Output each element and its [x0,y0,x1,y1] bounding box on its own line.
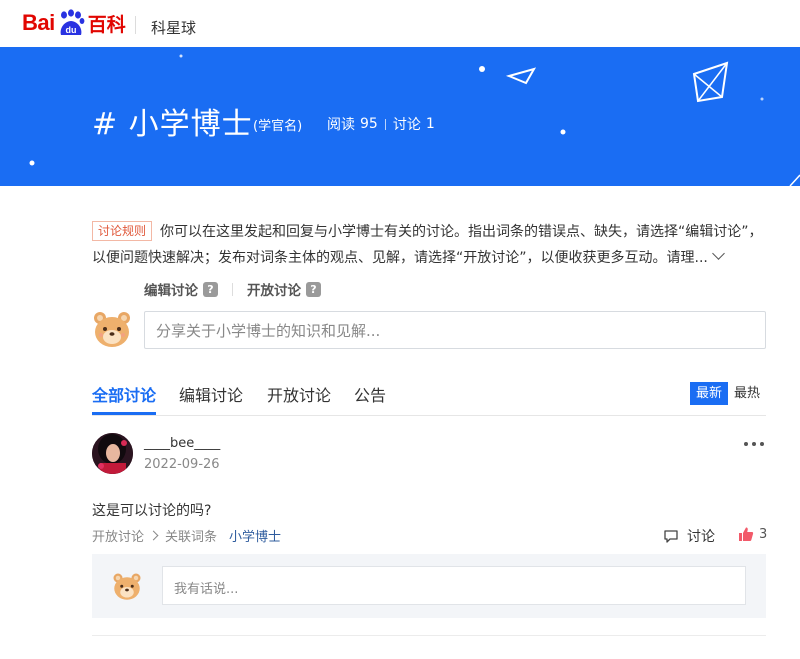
section-name[interactable]: 科星球 [151,17,196,38]
discuss-count: 1 [425,116,435,132]
baidu-paw-icon: du [56,8,86,38]
discussion-modes: 编辑讨论 ? 开放讨论 ? [144,279,321,299]
top-bar: Bai du 百科 科星球 [0,0,800,47]
post-author-name[interactable]: ____bee____ [144,436,220,451]
post-footer: 开放讨论 关联词条 小学博士 讨论 3 [92,526,767,546]
discuss-label: 讨论 [392,117,421,133]
rules-text: 你可以在这里发起和回复与小学博士有关的讨论。指出词条的错误点、缺失，请选择“编辑… [92,224,763,266]
like-count: 3 [759,526,768,542]
topic-banner: # 小学博士 (学官名) 阅读 95 讨论 1 [0,47,800,186]
post-author-avatar[interactable] [92,433,133,474]
svg-text:du: du [65,25,76,35]
share-input[interactable]: 分享关于小学博士的知识和见解... [144,311,766,349]
edit-discussion-label[interactable]: 编辑讨论 [144,279,198,299]
post-breadcrumb: 开放讨论 关联词条 小学博士 [92,526,281,545]
thumbs-up-icon [739,527,754,541]
post-date: 2022-09-26 [144,457,220,472]
comment-icon [664,530,678,543]
tab-all[interactable]: 全部讨论 [92,382,156,406]
help-icon[interactable]: ? [306,281,321,297]
reads-label: 阅读 [327,117,355,133]
reads-count: 95 [360,116,378,132]
reply-input[interactable]: 我有话说... [162,566,746,605]
divider [232,282,233,296]
current-user-avatar [92,310,132,354]
help-icon[interactable]: ? [203,281,218,297]
related-entry-link[interactable]: 小学博士 [229,526,281,545]
sort-toggle: 最新 最热 [689,382,766,405]
discussion-tabs: 全部讨论 编辑讨论 开放讨论 公告 最新 最热 [92,382,766,416]
topic-alias: (学官名) [253,119,303,134]
like-button[interactable]: 3 [738,526,767,542]
reply-user-avatar [112,572,142,606]
tab-open[interactable]: 开放讨论 [267,382,331,406]
logo-text-baike: 百科 [87,13,126,36]
baidu-baike-logo[interactable]: Bai du 百科 [22,8,126,38]
open-discussion-label[interactable]: 开放讨论 [247,279,301,299]
post-body: 这是可以讨论的吗? [92,503,212,519]
discuss-button[interactable]: 讨论 [663,526,715,546]
topic-stats: 阅读 95 讨论 1 [327,114,435,134]
divider [92,635,766,636]
logo-text-bai: Bai [22,10,55,35]
discuss-button-label: 讨论 [687,529,715,545]
related-entry-label: 关联词条 [165,530,218,545]
sort-hot-button[interactable]: 最热 [728,382,766,405]
stats-divider [384,118,386,130]
active-tab-indicator [92,412,156,415]
post-type[interactable]: 开放讨论 [92,526,144,545]
more-options-icon[interactable] [744,442,764,446]
sort-latest-button[interactable]: 最新 [689,382,728,405]
tab-announcement[interactable]: 公告 [354,382,386,406]
rules-tag: 讨论规则 [92,221,153,241]
expand-chevron-icon[interactable] [711,247,725,260]
topic-title: # 小学博士 [92,107,253,142]
discussion-rules: 讨论规则 你可以在这里发起和回复与小学博士有关的讨论。指出词条的错误点、缺失，请选… [92,219,764,271]
divider [135,16,136,34]
chevron-right-icon [148,530,159,541]
tab-edit[interactable]: 编辑讨论 [179,382,243,406]
